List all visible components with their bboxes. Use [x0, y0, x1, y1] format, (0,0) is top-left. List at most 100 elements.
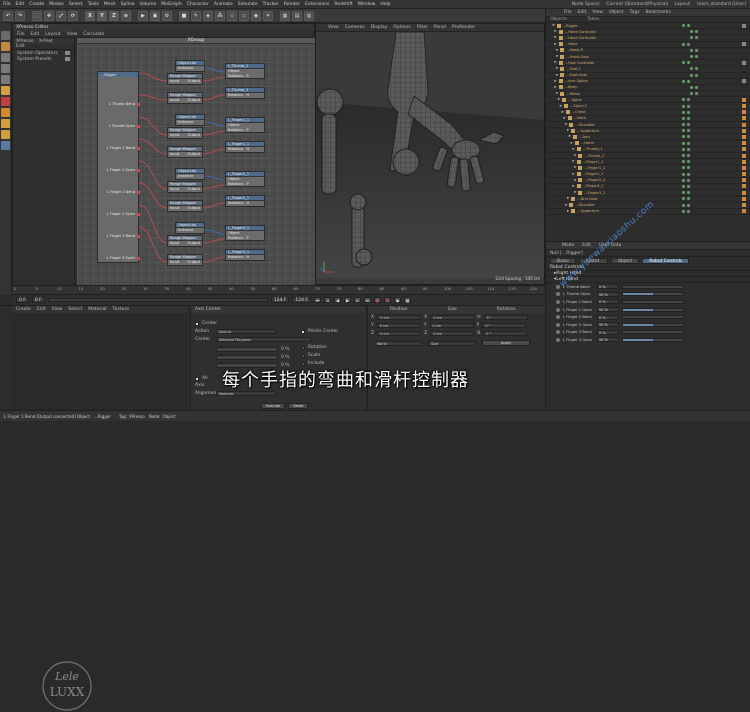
render-visibility-icon[interactable] [687, 129, 690, 133]
range-mapper-node[interactable]: Range Mapper Input Output [167, 235, 203, 247]
control-value-field[interactable]: 50 % [597, 307, 619, 313]
coordinate-system-icon[interactable]: ⊕ [121, 10, 131, 21]
target-object-node[interactable]: L_Finger1_1 Object Rotation . P [225, 117, 265, 133]
menu-item-volume[interactable]: Volume [140, 2, 157, 7]
x-axis-lock[interactable]: X [85, 10, 95, 21]
tag-icon[interactable] [742, 196, 746, 201]
rigger-output-port[interactable] [137, 102, 140, 106]
tag-icon[interactable] [742, 172, 746, 177]
target-object-node[interactable]: L_Thumb_1 Rotation . H [225, 87, 265, 99]
coord-world-dropdown[interactable]: World [374, 340, 422, 346]
move-tool-icon[interactable]: ✥ [44, 10, 54, 21]
points-center-checkbox[interactable] [301, 329, 305, 334]
render-view-icon[interactable]: ▶ [138, 10, 148, 21]
deformer-icon[interactable]: ◇ [227, 10, 237, 21]
execute-button[interactable]: Execute [261, 403, 286, 409]
render-visibility-icon[interactable] [687, 184, 690, 188]
editor-visibility-icon[interactable] [682, 110, 685, 114]
tree-expand-icon[interactable]: ▸ [569, 134, 571, 139]
tree-expand-icon[interactable]: ▸ [563, 116, 565, 121]
scale-tool-icon[interactable]: ⤢ [56, 10, 66, 21]
target-object-node[interactable]: L_Finger3_1 Object Rotation . P [225, 225, 265, 241]
tag-icon[interactable] [742, 153, 746, 158]
center-dropdown[interactable]: Selected Polygons [216, 337, 311, 342]
tree-expand-icon[interactable]: ▸ [572, 172, 574, 177]
tag-icon[interactable] [742, 42, 746, 47]
rigger-output-port[interactable] [137, 146, 140, 150]
render-visibility-icon[interactable] [687, 98, 690, 102]
vp-menu-item-cameras[interactable]: Cameras [345, 25, 365, 30]
om-tabs-item-edit[interactable]: Edit [578, 10, 587, 15]
lock-icon[interactable] [1, 130, 10, 139]
om-tabs-item-tags[interactable]: Tags [630, 10, 640, 15]
position-field[interactable]: 0 cm [377, 315, 422, 320]
tree-expand-icon[interactable]: ▸ [558, 97, 560, 102]
render-picture-viewer-icon[interactable]: ▣ [150, 10, 160, 21]
attr-tabs-item-edit[interactable]: Edit [582, 243, 591, 248]
render-visibility-icon[interactable] [687, 42, 690, 46]
xpool-tab[interactable]: X-Pool [39, 39, 53, 44]
attr-subtab-robot-controls[interactable]: Robot Controls [642, 258, 690, 264]
render-visibility-icon[interactable] [695, 55, 698, 59]
editor-visibility-icon[interactable] [690, 92, 693, 96]
render-visibility-icon[interactable] [687, 178, 690, 182]
tag-icon[interactable] [742, 190, 746, 195]
tag-icon[interactable] [742, 60, 746, 65]
range-mapper-node[interactable]: Range Mapper Input Output [167, 200, 203, 212]
rigger-output-port[interactable] [137, 234, 140, 238]
control-value-field[interactable]: 0 % [597, 284, 619, 290]
render-visibility-icon[interactable] [695, 92, 698, 96]
record-icon[interactable]: ● [374, 297, 381, 303]
om-tabs-item-file[interactable]: File [564, 10, 572, 15]
control-value-field[interactable]: 50 % [597, 322, 619, 328]
range-mapper-node[interactable]: Range Mapper Input Output [167, 73, 203, 85]
objectlist-node[interactable]: ObjectList Instance [175, 168, 205, 180]
tag-icon[interactable] [742, 97, 746, 102]
tree-expand-icon[interactable]: ▸ [571, 141, 573, 146]
tree-expand-icon[interactable]: ▸ [567, 209, 569, 214]
render-visibility-icon[interactable] [687, 191, 690, 195]
editor-visibility-icon[interactable] [690, 73, 693, 77]
xpresso-node-canvas[interactable]: XGroup ...Rigger L Thumb Bend L Thumb Ope… [77, 38, 315, 285]
max-frame-field[interactable]: 124 F [292, 297, 311, 303]
start-frame-field[interactable]: 0 F [31, 297, 45, 303]
y-slider[interactable] [216, 355, 278, 360]
x-slider[interactable] [216, 347, 278, 352]
render-visibility-icon[interactable] [687, 116, 690, 120]
scale-checkbox[interactable] [301, 353, 305, 358]
z-axis-lock[interactable]: Z [109, 10, 119, 21]
editor-visibility-icon[interactable] [682, 203, 685, 207]
render-visibility-icon[interactable] [695, 30, 698, 34]
objects-tab[interactable]: Objects [550, 17, 567, 22]
rigger-output-port[interactable] [137, 256, 140, 260]
mat-menu-item-texture[interactable]: Texture [113, 307, 129, 312]
editor-visibility-icon[interactable] [682, 197, 685, 201]
render-visibility-icon[interactable] [687, 209, 690, 213]
range-mapper-node[interactable]: Range Mapper Input Output [167, 92, 203, 104]
menu-item-mesh[interactable]: Mesh [104, 2, 116, 7]
om-tabs-item-object[interactable]: Object [609, 10, 624, 15]
render-visibility-icon[interactable] [687, 203, 690, 207]
editor-visibility-icon[interactable] [690, 36, 693, 40]
editor-visibility-icon[interactable] [690, 55, 693, 59]
rigger-output-port[interactable] [137, 124, 140, 128]
render-visibility-icon[interactable] [687, 104, 690, 108]
tag-icon[interactable] [742, 23, 746, 28]
tag-icon[interactable] [742, 165, 746, 170]
render-visibility-icon[interactable] [687, 141, 690, 145]
vp-menu-item-prorender[interactable]: ProRender [452, 25, 475, 30]
next-key-icon[interactable]: ▸ [354, 297, 361, 303]
render-visibility-icon[interactable] [695, 48, 698, 52]
render-visibility-icon[interactable] [687, 147, 690, 151]
menu-item-animate[interactable]: Animate [214, 2, 233, 7]
control-slider[interactable] [622, 284, 684, 289]
render-visibility-icon[interactable] [687, 123, 690, 127]
render-visibility-icon[interactable] [687, 110, 690, 114]
end-frame-field[interactable]: 124 F [270, 297, 290, 303]
polygons-mode-icon[interactable] [1, 75, 10, 84]
rotation-field[interactable]: 0 ° [483, 315, 528, 320]
om-tabs-item-bookmarks[interactable]: Bookmarks [646, 10, 671, 15]
cloner-icon[interactable]: ⁂ [215, 10, 225, 21]
menu-item-extensions[interactable]: Extensions [305, 2, 329, 7]
include-checkbox[interactable] [301, 361, 305, 366]
